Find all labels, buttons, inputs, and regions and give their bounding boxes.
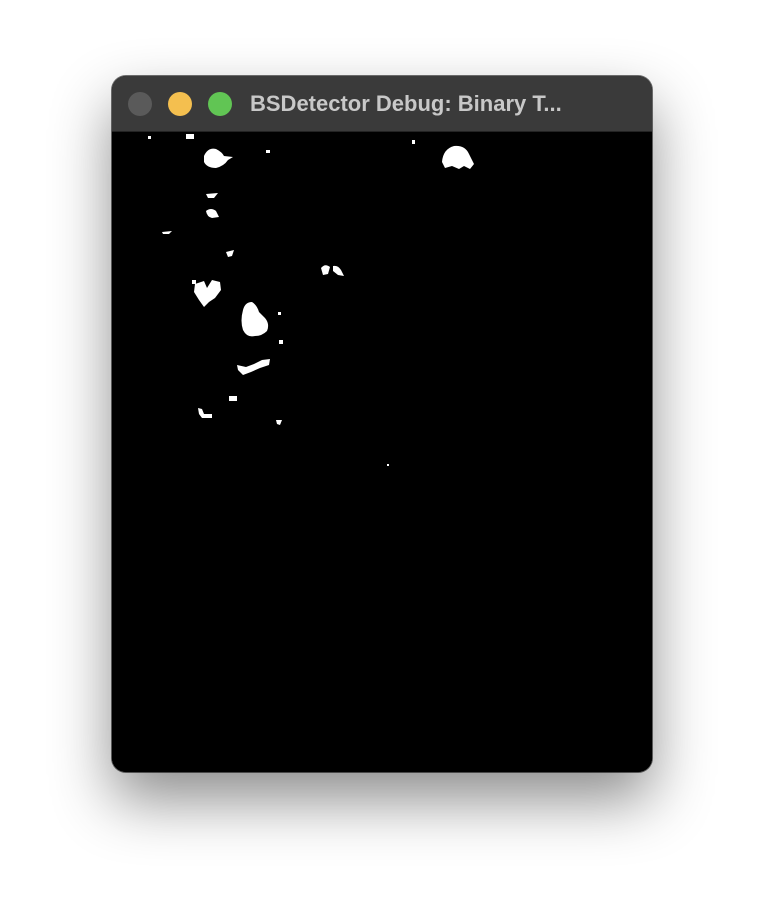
minimize-button[interactable]: [168, 92, 192, 116]
blob: [148, 136, 151, 139]
blob: [266, 150, 270, 153]
close-button[interactable]: [128, 92, 152, 116]
blob: [229, 396, 237, 401]
blob: [387, 464, 389, 466]
binary-image: [112, 132, 652, 772]
window-title: BSDetector Debug: Binary T...: [250, 91, 562, 116]
blob: [278, 312, 281, 315]
zoom-button[interactable]: [208, 92, 232, 116]
blob: [186, 134, 194, 139]
app-window: BSDetector Debug: Binary T...: [112, 76, 652, 772]
binary-threshold-view: [112, 132, 652, 772]
image-background: [112, 132, 652, 772]
blob: [192, 280, 196, 284]
blob: [412, 140, 415, 144]
blob: [279, 340, 283, 344]
title-bar[interactable]: BSDetector Debug: Binary T...: [112, 76, 652, 132]
